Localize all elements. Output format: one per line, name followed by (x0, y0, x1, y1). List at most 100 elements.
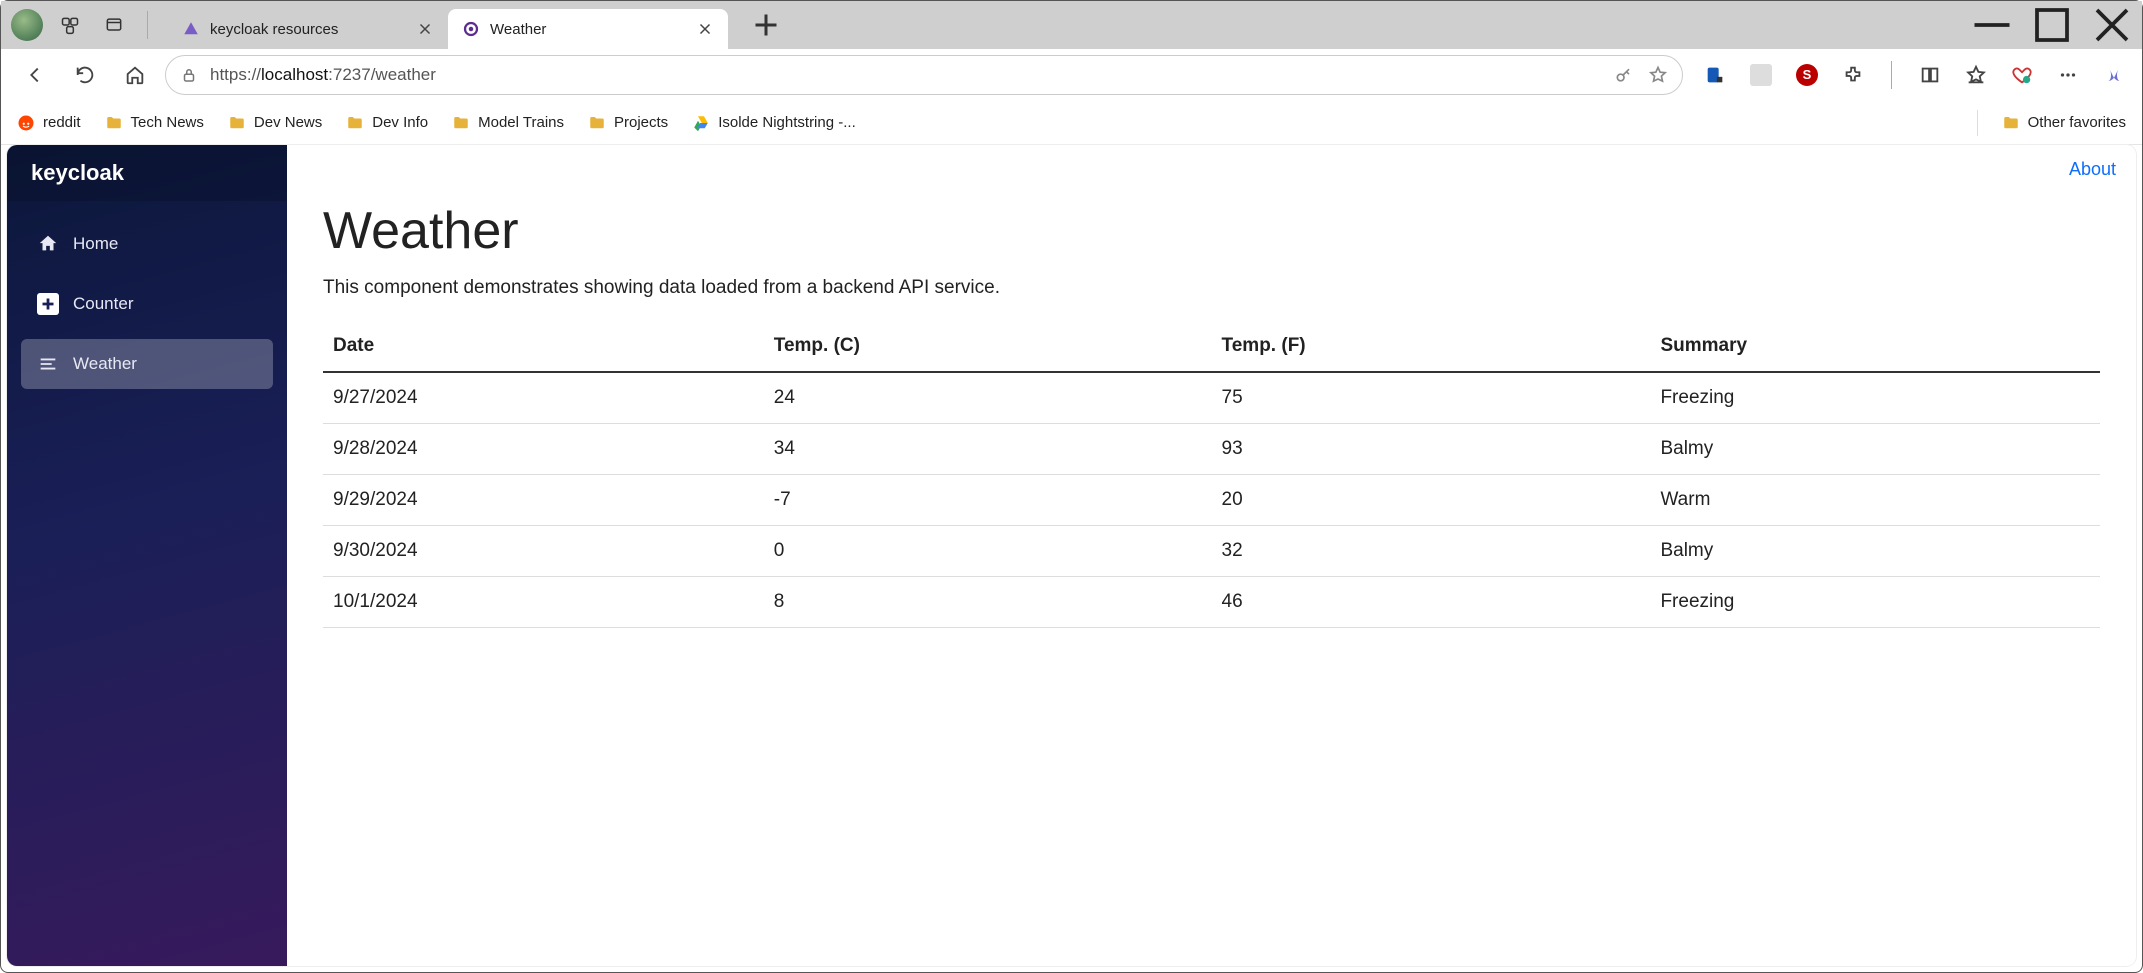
new-tab-button[interactable] (748, 7, 784, 43)
url-path: /weather (371, 65, 436, 84)
list-icon (37, 353, 59, 375)
sidebar-item-label: Weather (73, 354, 137, 374)
url-text: https://localhost:7237/weather (210, 65, 1602, 85)
drive-icon (692, 114, 710, 132)
folder-icon (228, 114, 246, 132)
split-screen-icon[interactable] (1916, 61, 1944, 89)
extensions-area: S (1701, 61, 2128, 89)
lock-icon (180, 66, 198, 84)
sidebar-item-home[interactable]: Home (21, 219, 273, 269)
url-scheme: https:// (210, 65, 261, 84)
page-title: Weather (323, 201, 2100, 261)
address-bar[interactable]: https://localhost:7237/weather (165, 55, 1683, 95)
back-button[interactable] (15, 55, 55, 95)
profile-avatar[interactable] (11, 9, 43, 41)
tab-close-icon[interactable] (416, 20, 434, 38)
bookmark-drive[interactable]: Isolde Nightstring -... (692, 114, 856, 132)
cell-date: 9/30/2024 (323, 526, 764, 577)
browser-tab-keycloak-resources[interactable]: keycloak resources (168, 9, 448, 49)
extensions-menu-icon[interactable] (1839, 61, 1867, 89)
cell-temp-f: 93 (1212, 424, 1651, 475)
folder-icon (105, 114, 123, 132)
window-maximize-button[interactable] (2022, 1, 2082, 49)
cell-temp-c: -7 (764, 475, 1212, 526)
table-row: 9/29/2024 -7 20 Warm (323, 475, 2100, 526)
sidebar-nav: Home Counter Weather (7, 201, 287, 407)
table-row: 9/27/2024 24 75 Freezing (323, 372, 2100, 424)
favorites-icon[interactable] (1962, 61, 1990, 89)
tab-actions-icon[interactable] (97, 8, 131, 42)
cell-temp-c: 8 (764, 577, 1212, 628)
browser-titlebar: keycloak resources Weather (1, 1, 2142, 49)
indexeddb-icon[interactable] (1701, 61, 1729, 89)
extension-gray-icon[interactable] (1747, 61, 1775, 89)
window-close-button[interactable] (2082, 1, 2142, 49)
cell-date: 9/27/2024 (323, 372, 764, 424)
favicon-blazor-icon (462, 20, 480, 38)
reddit-icon (17, 114, 35, 132)
sidebar-item-weather[interactable]: Weather (21, 339, 273, 389)
sidebar-item-label: Counter (73, 294, 133, 314)
cell-summary: Freezing (1650, 577, 2100, 628)
bookmark-projects[interactable]: Projects (588, 114, 668, 132)
favorite-star-icon[interactable] (1648, 65, 1668, 85)
bookmark-dev-info[interactable]: Dev Info (346, 114, 428, 132)
cell-summary: Warm (1650, 475, 2100, 526)
col-summary: Summary (1650, 321, 2100, 372)
tab-label: Weather (490, 21, 686, 38)
bookmark-label: Model Trains (478, 114, 564, 131)
url-host: localhost (261, 65, 328, 84)
refresh-button[interactable] (65, 55, 105, 95)
more-menu-icon[interactable] (2054, 61, 2082, 89)
health-icon[interactable] (2008, 61, 2036, 89)
bookmark-label: reddit (43, 114, 81, 131)
folder-icon (2002, 114, 2020, 132)
browser-toolbar: https://localhost:7237/weather S (1, 49, 2142, 101)
cell-summary: Freezing (1650, 372, 2100, 424)
plus-icon (37, 293, 59, 315)
window-controls (1962, 1, 2142, 49)
bookmark-other-favorites[interactable]: Other favorites (2002, 114, 2126, 132)
window-minimize-button[interactable] (1962, 1, 2022, 49)
bookmark-tech-news[interactable]: Tech News (105, 114, 204, 132)
app-viewport: keycloak Home Counter (7, 145, 2136, 966)
col-temp-f: Temp. (F) (1212, 321, 1651, 372)
copilot-icon[interactable] (2100, 61, 2128, 89)
bookmark-label: Tech News (131, 114, 204, 131)
bookmark-dev-news[interactable]: Dev News (228, 114, 322, 132)
key-icon[interactable] (1614, 65, 1634, 85)
folder-icon (452, 114, 470, 132)
cell-summary: Balmy (1650, 424, 2100, 475)
separator (1977, 110, 1978, 136)
sidebar-item-counter[interactable]: Counter (21, 279, 273, 329)
sidebar: keycloak Home Counter (7, 145, 287, 966)
separator (147, 11, 148, 39)
top-bar: About (287, 145, 2136, 193)
cell-date: 10/1/2024 (323, 577, 764, 628)
about-link[interactable]: About (2069, 159, 2116, 180)
cell-temp-c: 24 (764, 372, 1212, 424)
bookmark-label: Dev Info (372, 114, 428, 131)
main-content: About Weather This component demonstrate… (287, 145, 2136, 966)
workspaces-icon[interactable] (53, 8, 87, 42)
bookmark-label: Dev News (254, 114, 322, 131)
cell-temp-c: 34 (764, 424, 1212, 475)
noscript-icon[interactable]: S (1793, 61, 1821, 89)
table-header-row: Date Temp. (C) Temp. (F) Summary (323, 321, 2100, 372)
browser-tab-weather[interactable]: Weather (448, 9, 728, 49)
separator (1891, 61, 1892, 89)
cell-temp-f: 46 (1212, 577, 1651, 628)
home-button[interactable] (115, 55, 155, 95)
bookmark-reddit[interactable]: reddit (17, 114, 81, 132)
cell-temp-f: 32 (1212, 526, 1651, 577)
favicon-triangle-icon (182, 20, 200, 38)
bookmark-label: Projects (614, 114, 668, 131)
col-date: Date (323, 321, 764, 372)
cell-temp-c: 0 (764, 526, 1212, 577)
cell-temp-f: 20 (1212, 475, 1651, 526)
brand-title[interactable]: keycloak (7, 145, 287, 201)
url-port: :7237 (328, 65, 371, 84)
cell-summary: Balmy (1650, 526, 2100, 577)
bookmark-model-trains[interactable]: Model Trains (452, 114, 564, 132)
tab-close-icon[interactable] (696, 20, 714, 38)
